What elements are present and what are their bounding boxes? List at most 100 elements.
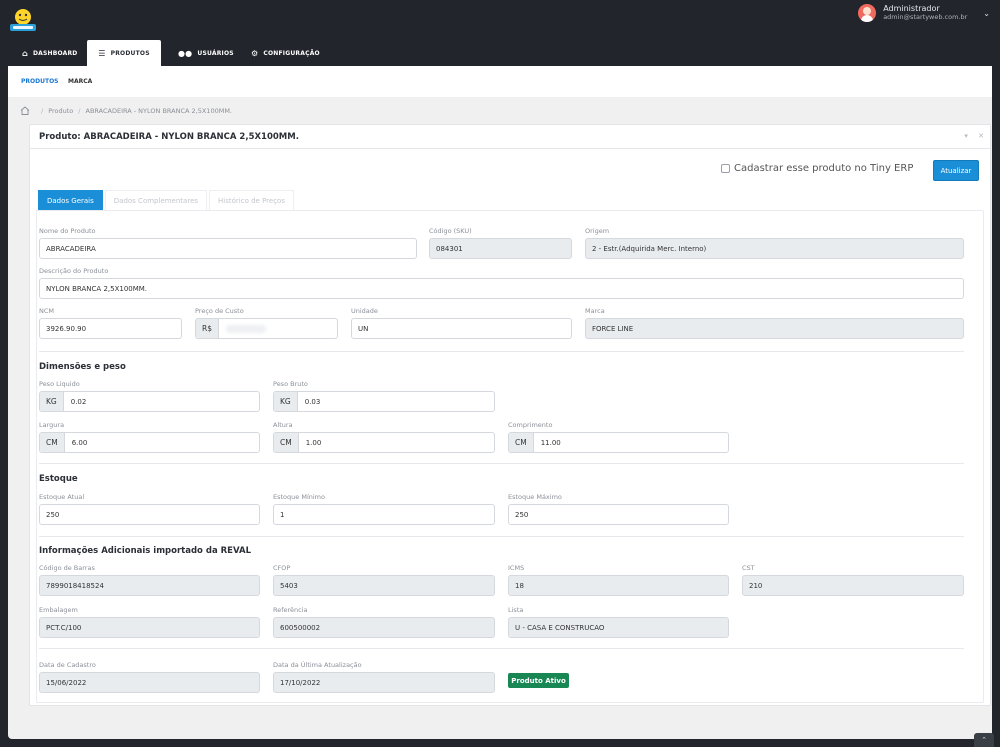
app-logo[interactable] <box>8 6 38 34</box>
field-estoque-maximo: Estoque Máximo 250 <box>508 493 729 525</box>
nav-configuracao-label: CONFIGURAÇÃO <box>263 50 320 57</box>
tab-dados-gerais[interactable]: Dados Gerais <box>38 190 103 210</box>
field-unidade: Unidade UN <box>351 307 572 339</box>
field-referencia: Referência 600500002 <box>273 606 495 638</box>
close-icon[interactable]: ✕ <box>978 132 984 140</box>
subtab-marca[interactable]: MARCA <box>68 78 92 85</box>
sub-nav: PRODUTOS MARCA <box>8 66 992 97</box>
data-atualizacao-label: Data da Última Atualização <box>273 661 362 669</box>
nav-dashboard[interactable]: ⌂ DASHBOARD <box>22 40 77 67</box>
lista-input: U - CASA E CONSTRUCAO <box>508 617 729 638</box>
unit-addon: KG <box>40 392 64 411</box>
tiny-erp-checkbox[interactable]: Cadastrar esse produto no Tiny ERP <box>721 163 913 174</box>
breadcrumb-current: ABRACADEIRA - NYLON BRANCA 2,5X100MM. <box>85 106 233 115</box>
peso-bruto-value: 0.03 <box>304 397 321 406</box>
scroll-top-button[interactable]: ⌃ <box>974 733 994 747</box>
breadcrumb-separator: / <box>78 106 81 115</box>
field-cfop: CFOP 5403 <box>273 564 495 596</box>
largura-value: 6.00 <box>71 438 88 447</box>
cfop-label: CFOP <box>273 564 291 572</box>
estoque-atual-input[interactable]: 250 <box>39 504 260 525</box>
breadcrumb: / Produto / ABRACADEIRA - NYLON BRANCA 2… <box>20 106 232 115</box>
currency-addon: R$ <box>196 319 219 338</box>
tab-dados-complementares[interactable]: Dados Complementares <box>104 190 208 210</box>
tab-historico-precos[interactable]: Histórico de Preços <box>209 190 294 210</box>
nav-usuarios-label: USUÁRIOS <box>197 50 234 57</box>
largura-input[interactable]: CM 6.00 <box>39 432 260 453</box>
section-dimensoes-title: Dimensões e peso <box>39 362 126 372</box>
nav-usuarios[interactable]: ●● USUÁRIOS <box>178 40 234 67</box>
ncm-label: NCM <box>39 307 55 315</box>
users-icon: ●● <box>178 49 193 58</box>
unit-addon: KG <box>274 392 298 411</box>
tab-panel: Nome do Produto ABRACADEIRA Código (SKU)… <box>36 210 984 703</box>
update-button[interactable]: Atualizar <box>933 160 979 181</box>
origem-label: Origem <box>585 227 610 235</box>
field-data-cadastro: Data de Cadastro 15/06/2022 <box>39 661 260 693</box>
user-name: Administrador <box>883 4 940 13</box>
origem-input: 2 - Estr.(Adquirida Merc. Interno) <box>585 238 964 259</box>
gear-icon: ⚙ <box>251 49 259 58</box>
peso-liquido-input[interactable]: KG 0.02 <box>39 391 260 412</box>
custo-label: Preço de Custo <box>195 307 244 315</box>
redacted-value <box>225 324 266 333</box>
section-estoque-title: Estoque <box>39 474 78 484</box>
section-reval-title: Informações Adicionais importado da REVA… <box>39 546 251 556</box>
sku-label: Código (SKU) <box>429 227 472 235</box>
nome-label: Nome do Produto <box>39 227 96 235</box>
field-icms: ICMS 18 <box>508 564 729 596</box>
altura-value: 1.00 <box>305 438 322 447</box>
user-menu[interactable]: Administrador admin@startyweb.com.br ⌄ <box>858 4 990 22</box>
peso-bruto-label: Peso Bruto <box>273 380 308 388</box>
divider <box>39 536 964 537</box>
tiny-erp-label: Cadastrar esse produto no Tiny ERP <box>734 163 914 174</box>
collapse-icon[interactable]: ▾ <box>964 132 968 140</box>
referencia-input: 600500002 <box>273 617 495 638</box>
estoque-minimo-label: Estoque Mínimo <box>273 493 325 501</box>
data-cadastro-label: Data de Cadastro <box>39 661 96 669</box>
breadcrumb-produto[interactable]: Produto <box>48 107 73 115</box>
status-badge: Produto Ativo <box>508 673 569 688</box>
ncm-input[interactable]: 3926.90.90 <box>39 318 182 339</box>
estoque-atual-label: Estoque Atual <box>39 493 85 501</box>
card-title: Produto: ABRACADEIRA - NYLON BRANCA 2,5X… <box>39 132 299 142</box>
checkbox-icon[interactable] <box>721 164 730 173</box>
estoque-maximo-input[interactable]: 250 <box>508 504 729 525</box>
descricao-input[interactable]: NYLON BRANCA 2,5X100MM. <box>39 278 964 299</box>
divider <box>39 463 964 464</box>
breadcrumb-separator: / <box>41 106 44 115</box>
nome-input[interactable]: ABRACADEIRA <box>39 238 417 259</box>
nav-produtos[interactable]: ☰ PRODUTOS <box>87 40 161 67</box>
unidade-input[interactable]: UN <box>351 318 572 339</box>
altura-label: Altura <box>273 421 293 429</box>
comprimento-label: Comprimento <box>508 421 553 429</box>
codigo-barras-input: 7899018418524 <box>39 575 260 596</box>
field-ncm: NCM 3926.90.90 <box>39 307 182 339</box>
altura-input[interactable]: CM 1.00 <box>273 432 495 453</box>
main-nav: ⌂ DASHBOARD ☰ PRODUTOS ●● USUÁRIOS ⚙ CON… <box>0 40 1000 67</box>
user-avatar <box>858 4 877 22</box>
peso-bruto-input[interactable]: KG 0.03 <box>273 391 495 412</box>
descricao-label: Descrição do Produto <box>39 267 109 275</box>
subtab-produtos[interactable]: PRODUTOS <box>21 78 59 85</box>
card-header: Produto: ABRACADEIRA - NYLON BRANCA 2,5X… <box>30 125 990 149</box>
referencia-label: Referência <box>273 606 308 614</box>
unit-addon: CM <box>274 433 299 452</box>
home-icon[interactable] <box>20 106 30 115</box>
divider <box>39 351 964 352</box>
peso-liquido-value: 0.02 <box>70 397 87 406</box>
chevron-down-icon[interactable]: ⌄ <box>983 9 990 18</box>
field-estoque-atual: Estoque Atual 250 <box>39 493 260 525</box>
estoque-minimo-input[interactable]: 1 <box>273 504 495 525</box>
comprimento-input[interactable]: CM 11.00 <box>508 432 729 453</box>
cst-label: CST <box>742 564 755 572</box>
tab-bar: Dados Gerais Dados Complementares Histór… <box>38 190 296 210</box>
field-peso-bruto: Peso Bruto KG 0.03 <box>273 380 495 412</box>
nav-configuracao[interactable]: ⚙ CONFIGURAÇÃO <box>251 40 320 67</box>
custo-input[interactable]: R$ <box>195 318 338 339</box>
unit-addon: CM <box>509 433 534 452</box>
field-comprimento: Comprimento CM 11.00 <box>508 421 729 453</box>
home-icon: ⌂ <box>22 49 28 58</box>
divider <box>39 648 964 649</box>
field-lista: Lista U - CASA E CONSTRUCAO <box>508 606 729 638</box>
